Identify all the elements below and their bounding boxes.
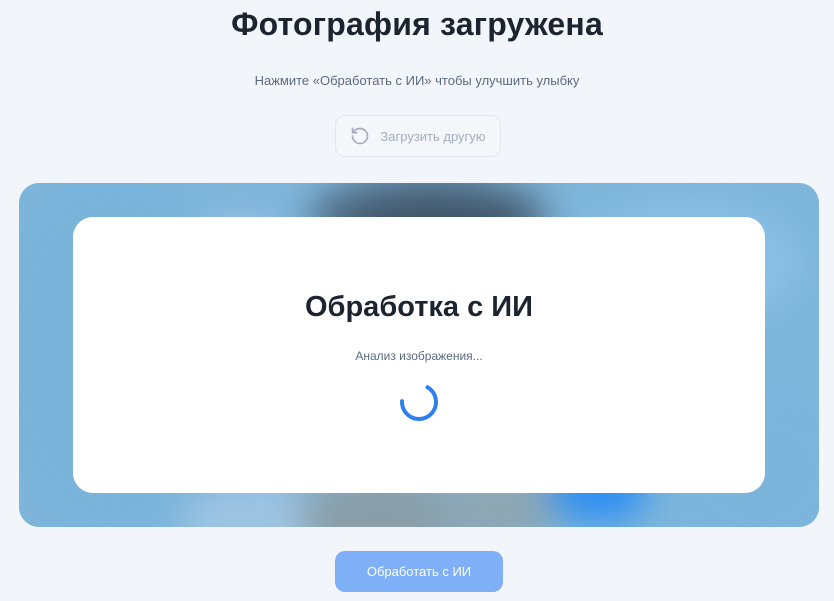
loading-spinner-icon [398, 381, 440, 423]
uploaded-photo-preview: Обработка с ИИ Анализ изображения... [19, 183, 819, 527]
process-with-ai-button[interactable]: Обработать с ИИ [335, 551, 503, 592]
processing-status: Анализ изображения... [355, 349, 483, 363]
rotate-ccw-icon [350, 126, 370, 146]
page-title: Фотография загружена [231, 6, 603, 42]
processing-title: Обработка с ИИ [305, 291, 533, 323]
upload-another-label: Загрузить другую [380, 128, 486, 144]
page: Фотография загружена Нажмите «Обработать… [0, 0, 834, 601]
page-subtitle: Нажмите «Обработать с ИИ» чтобы улучшить… [254, 73, 580, 88]
processing-overlay: Обработка с ИИ Анализ изображения... [73, 217, 765, 493]
upload-another-button[interactable]: Загрузить другую [335, 115, 501, 157]
